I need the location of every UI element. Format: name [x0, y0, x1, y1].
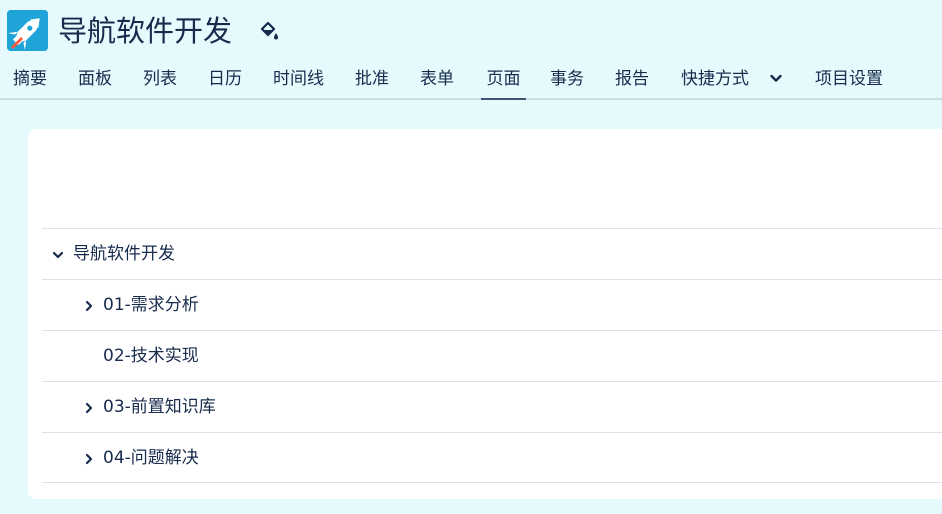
chevron-down-icon[interactable] [51, 247, 65, 261]
chevron-down-icon[interactable] [768, 70, 784, 86]
tab-calendar[interactable]: 日历 [208, 60, 242, 98]
project-title: 导航软件开发 [58, 14, 233, 48]
tree-item-label[interactable]: 02-技术实现 [103, 331, 199, 382]
tree-item-label[interactable]: 导航软件开发 [73, 229, 175, 280]
tab-forms[interactable]: 表单 [420, 60, 454, 98]
chevron-right-icon[interactable] [82, 400, 96, 414]
project-nav: 摘要 面板 列表 日历 时间线 批准 表单 页面 事务 报告 快捷方式 项目设置 [0, 60, 942, 100]
tree-item[interactable]: 02-技术实现 [42, 330, 942, 381]
tab-shortcuts[interactable]: 快捷方式 [681, 60, 749, 98]
tree-item-label[interactable]: 01-需求分析 [103, 280, 199, 331]
tree-item-root[interactable]: 导航软件开发 [42, 228, 942, 279]
chevron-right-icon[interactable] [82, 298, 96, 312]
tab-list[interactable]: 列表 [143, 60, 177, 98]
tree-item[interactable]: 03-前置知识库 [42, 381, 942, 432]
tab-timeline[interactable]: 时间线 [273, 60, 324, 98]
rocket-icon[interactable] [7, 10, 48, 51]
tree-item-label[interactable]: 04-问题解决 [103, 433, 199, 484]
tab-board[interactable]: 面板 [78, 60, 112, 98]
tree-item-label[interactable]: 03-前置知识库 [103, 382, 216, 433]
project-header: 导航软件开发 [0, 0, 942, 60]
tab-pages[interactable]: 页面 [481, 60, 526, 100]
tab-approvals[interactable]: 批准 [355, 60, 389, 98]
tree-item[interactable]: 01-需求分析 [42, 279, 942, 330]
tab-reports[interactable]: 报告 [615, 60, 649, 98]
tab-summary[interactable]: 摘要 [13, 60, 47, 98]
paint-bucket-icon[interactable] [258, 20, 280, 42]
tab-issues[interactable]: 事务 [550, 60, 584, 98]
tree-item[interactable]: 04-问题解决 [42, 432, 942, 483]
chevron-right-icon[interactable] [82, 451, 96, 465]
tab-project-settings[interactable]: 项目设置 [815, 60, 883, 98]
